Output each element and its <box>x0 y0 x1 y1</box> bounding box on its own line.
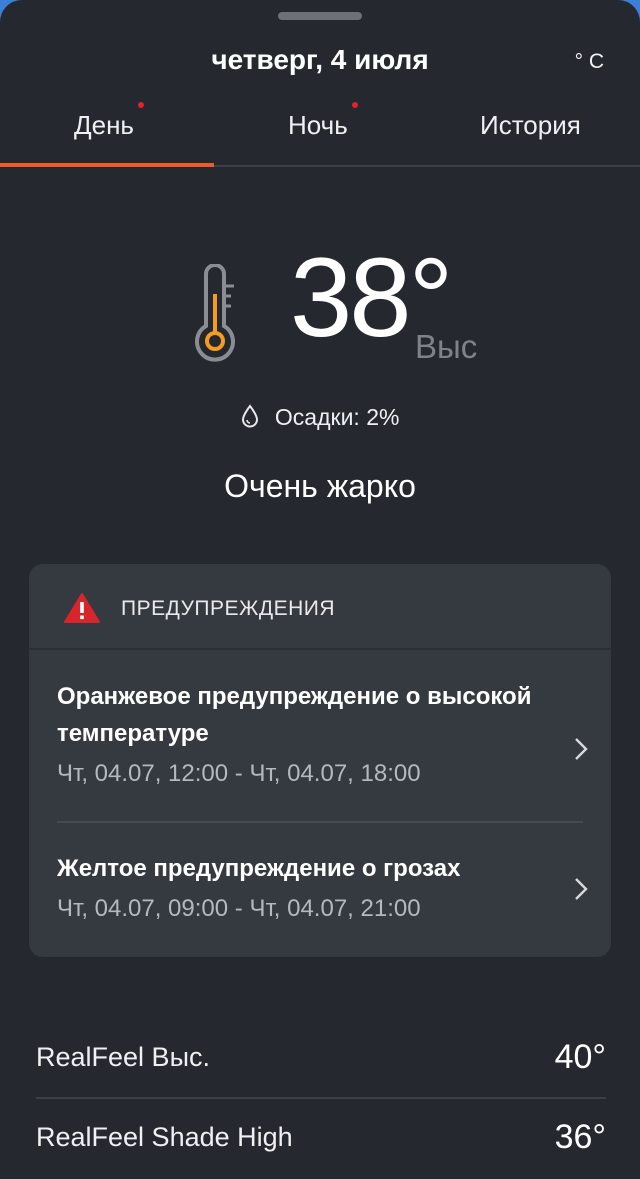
tab-day[interactable]: День <box>74 102 144 141</box>
realfeel-shade-row: RealFeel Shade High 36° <box>36 1108 606 1168</box>
tab-history[interactable]: История <box>480 110 581 141</box>
temperature-unit-toggle[interactable]: ° C <box>575 50 604 74</box>
warning-icon <box>64 593 100 623</box>
alerts-title: ПРЕДУПРЕЖДЕНИЯ <box>121 597 336 620</box>
precipitation: Осадки: 2% <box>0 404 640 431</box>
alert-title: Желтое предупреждение о грозах <box>57 855 461 882</box>
tab-night-label: Ночь <box>288 110 348 140</box>
tab-day-label: День <box>74 110 134 140</box>
alerts-header: ПРЕДУПРЕЖДЕНИЯ <box>29 564 611 649</box>
alert-title: Оранжевое предупреждение о высокой темпе… <box>57 683 532 747</box>
alert-time: Чт, 04.07, 12:00 - Чт, 04.07, 18:00 <box>57 760 421 787</box>
date-title: четверг, 4 июля <box>211 44 429 75</box>
realfeel-high-label: RealFeel Выс. <box>36 1042 210 1072</box>
alert-divider <box>57 821 583 823</box>
active-tab-indicator <box>0 163 214 167</box>
drag-handle[interactable] <box>278 12 362 20</box>
weather-phrase: Очень жарко <box>224 468 416 504</box>
day-details-sheet: четверг, 4 июля ° C День Ночь История 38… <box>0 0 640 1179</box>
alert-item[interactable]: Оранжевое предупреждение о высокой темпе… <box>57 678 588 788</box>
chevron-right-icon <box>575 878 588 900</box>
tab-night[interactable]: Ночь <box>288 102 358 141</box>
alert-item[interactable]: Желтое предупреждение о грозах Чт, 04.07… <box>57 850 588 923</box>
chevron-right-icon <box>575 738 588 760</box>
alerts-header-divider <box>29 648 611 650</box>
tab-bar: День Ночь История <box>0 92 640 167</box>
alerts-card: ПРЕДУПРЕЖДЕНИЯ Оранжевое предупреждение … <box>29 564 611 957</box>
high-label: Выс <box>415 328 478 365</box>
realfeel-shade-label: RealFeel Shade High <box>36 1122 293 1152</box>
precipitation-text: Осадки: 2% <box>274 404 400 430</box>
tab-night-notification-dot <box>351 102 358 108</box>
water-drop-icon <box>241 404 258 428</box>
tab-history-label: История <box>480 110 581 140</box>
temperature-summary: 38° Выс <box>0 242 640 380</box>
thermometer-icon <box>195 264 235 362</box>
tab-day-notification-dot <box>137 102 144 108</box>
realfeel-high-row: RealFeel Выс. 40° <box>36 1028 606 1088</box>
realfeel-divider <box>36 1097 606 1099</box>
realfeel-high-value: 40° <box>554 1038 606 1076</box>
alert-time: Чт, 04.07, 09:00 - Чт, 04.07, 21:00 <box>57 895 421 922</box>
realfeel-shade-value: 36° <box>554 1118 606 1156</box>
